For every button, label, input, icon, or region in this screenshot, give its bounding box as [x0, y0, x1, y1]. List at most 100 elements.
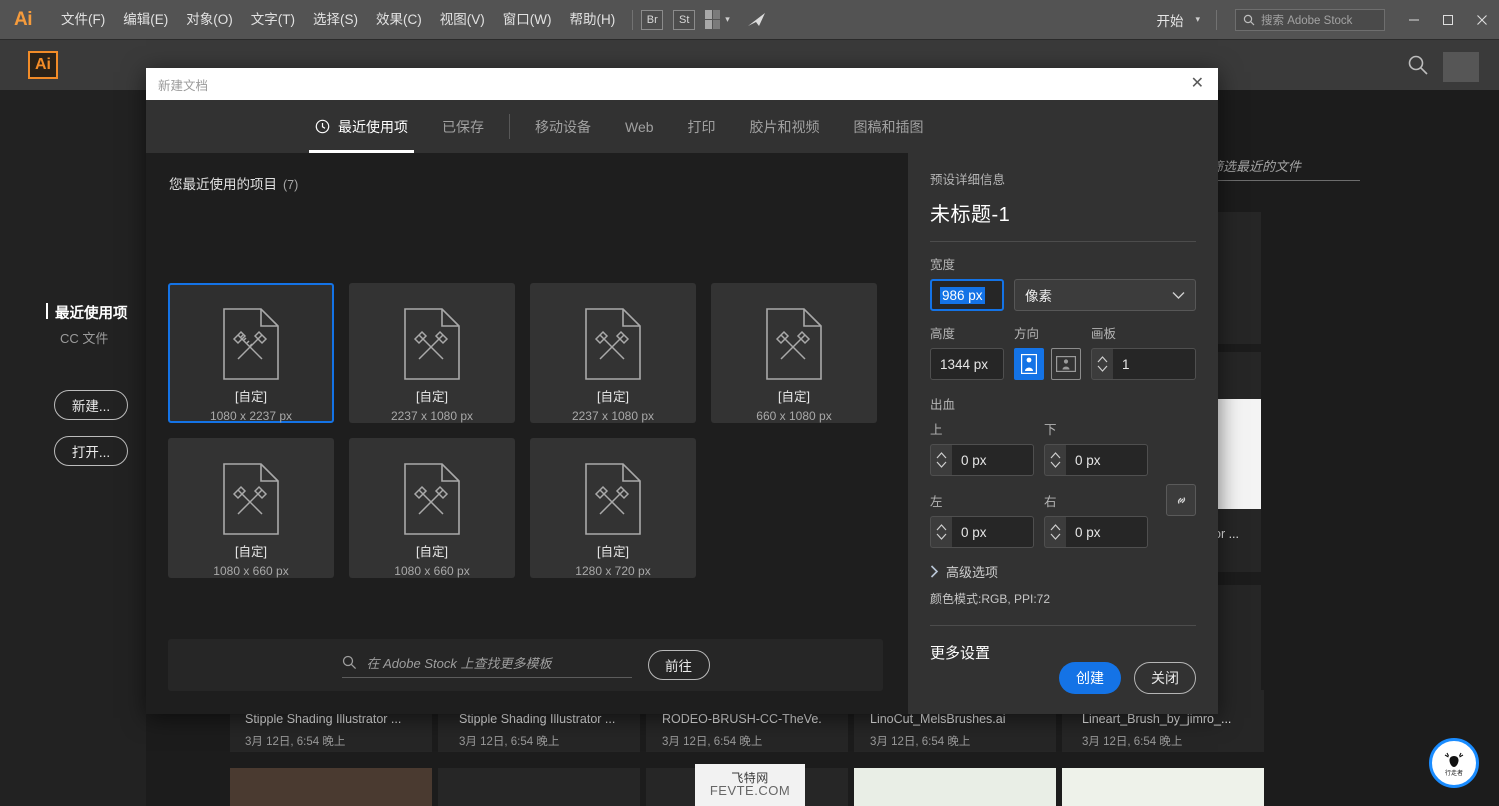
link-bleed-values-icon[interactable] [1166, 484, 1196, 516]
stepper-arrows-icon[interactable] [930, 444, 952, 476]
new-document-dialog: 新建文档 ✕ 最近使用项 已保存 移动设备 Web 打印 胶片和视频 图稿和插图… [146, 68, 1218, 714]
section-header: 您最近使用的项目 (7) [169, 173, 298, 193]
file-thumbnail [1216, 399, 1261, 509]
menu-help[interactable]: 帮助(H) [560, 0, 624, 40]
advanced-options-toggle[interactable]: 高级选项 [930, 562, 1196, 581]
preset-card[interactable]: [自定] 1280 x 720 px [530, 438, 696, 578]
width-input[interactable]: 986 px [930, 279, 1004, 311]
tab-print[interactable]: 打印 [671, 100, 733, 153]
filter-recent-input[interactable]: 筛选最近的文件 [1210, 156, 1360, 181]
menu-type[interactable]: 文字(T) [242, 0, 304, 40]
artboards-input[interactable]: 1 [1113, 348, 1196, 380]
bleed-left-value: 0 px [961, 524, 987, 540]
workspace-switcher[interactable]: ▾ [705, 10, 730, 29]
home-search-icon[interactable] [1407, 54, 1429, 81]
tab-mobile[interactable]: 移动设备 [518, 100, 608, 153]
stock-search-input[interactable]: 搜索 Adobe Stock [1235, 8, 1385, 31]
preset-dims: 1280 x 720 px [575, 564, 651, 578]
bg-file-card[interactable] [1062, 768, 1264, 806]
start-workspace-button[interactable]: 开始 ▾ [1148, 10, 1208, 30]
sidebar-new-button[interactable]: 新建... [54, 390, 128, 420]
sidebar-item-cc-files[interactable]: CC 文件 [60, 328, 108, 347]
stepper-arrows-icon[interactable] [1044, 444, 1066, 476]
preset-dims: 2237 x 1080 px [571, 409, 655, 423]
menu-file[interactable]: 文件(F) [52, 0, 114, 40]
bg-file-date: 3月 12日, 6:54 晚上 [1082, 736, 1183, 748]
bg-file-name: Stipple Shading Illustrator ... [459, 712, 616, 726]
bg-file-card[interactable] [854, 768, 1056, 806]
tab-recent[interactable]: 最近使用项 [298, 100, 425, 153]
preset-card[interactable]: [自定] 1080 x 2237 px [168, 283, 334, 423]
watermark-line2: FEVTE.COM [709, 783, 791, 799]
preset-card[interactable]: [自定] 1080 x 660 px [168, 438, 334, 578]
minimize-button[interactable] [1397, 0, 1431, 40]
orientation-portrait-icon[interactable] [1014, 348, 1044, 380]
stock-button[interactable]: St [673, 9, 696, 30]
close-icon[interactable]: ✕ [1187, 76, 1208, 92]
go-button[interactable]: 前往 [647, 650, 710, 680]
bleed-left-label: 左 [930, 495, 943, 509]
bleed-top-stepper[interactable]: 0 px [930, 444, 1034, 476]
bleed-left-stepper[interactable]: 0 px [930, 516, 1034, 548]
preset-card[interactable]: [自定] 2237 x 1080 px [349, 283, 515, 423]
menu-effect[interactable]: 效果(C) [367, 0, 431, 40]
stepper-arrows-icon[interactable] [930, 516, 952, 548]
bg-file-name: Stipple Shading Illustrator ... [245, 712, 402, 726]
avatar[interactable] [1443, 52, 1479, 82]
bg-file-card[interactable] [1217, 212, 1261, 344]
bleed-right-label: 右 [1044, 495, 1057, 509]
height-input[interactable]: 1344 px [930, 348, 1004, 380]
tab-web[interactable]: Web [608, 100, 671, 153]
stepper-arrows-icon[interactable] [1091, 348, 1113, 380]
menu-view[interactable]: 视图(V) [431, 0, 494, 40]
stock-template-search-input[interactable]: 在 Adobe Stock 上查找更多模板 [341, 653, 632, 678]
preset-card[interactable]: [自定] 1080 x 660 px [349, 438, 515, 578]
tab-film-video[interactable]: 胶片和视频 [733, 100, 837, 153]
document-preset-icon [583, 307, 643, 381]
more-settings-button[interactable]: 更多设置 [930, 642, 1196, 663]
artboards-stepper[interactable]: 1 [1091, 348, 1196, 380]
bg-file-card[interactable] [230, 768, 432, 806]
menu-window[interactable]: 窗口(W) [494, 0, 561, 40]
bleed-top-input[interactable]: 0 px [952, 444, 1034, 476]
bg-file-card[interactable] [438, 768, 640, 806]
close-dialog-button[interactable]: 关闭 [1134, 662, 1196, 694]
close-button[interactable] [1465, 0, 1499, 40]
screen: Ai 文件(F) 编辑(E) 对象(O) 文字(T) 选择(S) 效果(C) 视… [0, 0, 1499, 806]
preset-dims: 1080 x 660 px [394, 564, 470, 578]
bleed-right-stepper[interactable]: 0 px [1044, 516, 1148, 548]
share-swoosh-icon[interactable] [746, 11, 768, 29]
preset-card[interactable]: [自定] 660 x 1080 px [711, 283, 877, 423]
bg-file-card[interactable] [1212, 585, 1261, 695]
bleed-right-input[interactable]: 0 px [1066, 516, 1148, 548]
create-button[interactable]: 创建 [1059, 662, 1121, 694]
orientation-label: 方向 [1014, 327, 1040, 341]
bleed-bottom-input[interactable]: 0 px [1066, 444, 1148, 476]
sidebar-open-button[interactable]: 打开... [54, 436, 128, 466]
stepper-arrows-icon[interactable] [1044, 516, 1066, 548]
bleed-right-value: 0 px [1075, 524, 1101, 540]
tab-saved[interactable]: 已保存 [425, 100, 501, 153]
unit-select[interactable]: 像素 [1014, 279, 1196, 311]
deer-logo-badge[interactable]: 行走者 [1429, 738, 1479, 788]
menu-edit[interactable]: 编辑(E) [114, 0, 177, 40]
menu-select[interactable]: 选择(S) [304, 0, 367, 40]
bleed-bottom-stepper[interactable]: 0 px [1044, 444, 1148, 476]
menu-object[interactable]: 对象(O) [177, 0, 242, 40]
width-value: 986 px [940, 286, 985, 304]
bleed-bottom-value: 0 px [1075, 452, 1101, 468]
tab-label: 图稿和插图 [853, 118, 924, 135]
maximize-button[interactable] [1431, 0, 1465, 40]
bleed-left-input[interactable]: 0 px [952, 516, 1034, 548]
orientation-landscape-icon[interactable] [1051, 348, 1081, 380]
document-name-input[interactable]: 未标题-1 [930, 198, 1196, 227]
chevron-down-icon [1172, 291, 1185, 299]
chevron-down-icon: ▾ [725, 14, 730, 24]
tab-art-illustration[interactable]: 图稿和插图 [837, 100, 941, 153]
bridge-button[interactable]: Br [641, 9, 664, 30]
app-menu-bar: Ai 文件(F) 编辑(E) 对象(O) 文字(T) 选择(S) 效果(C) 视… [0, 0, 1499, 40]
sidebar-item-recent[interactable]: 最近使用项 [46, 302, 128, 323]
preset-card[interactable]: [自定] 2237 x 1080 px [530, 283, 696, 423]
width-label: 宽度 [930, 258, 956, 272]
bleed-bottom-label: 下 [1044, 423, 1057, 437]
